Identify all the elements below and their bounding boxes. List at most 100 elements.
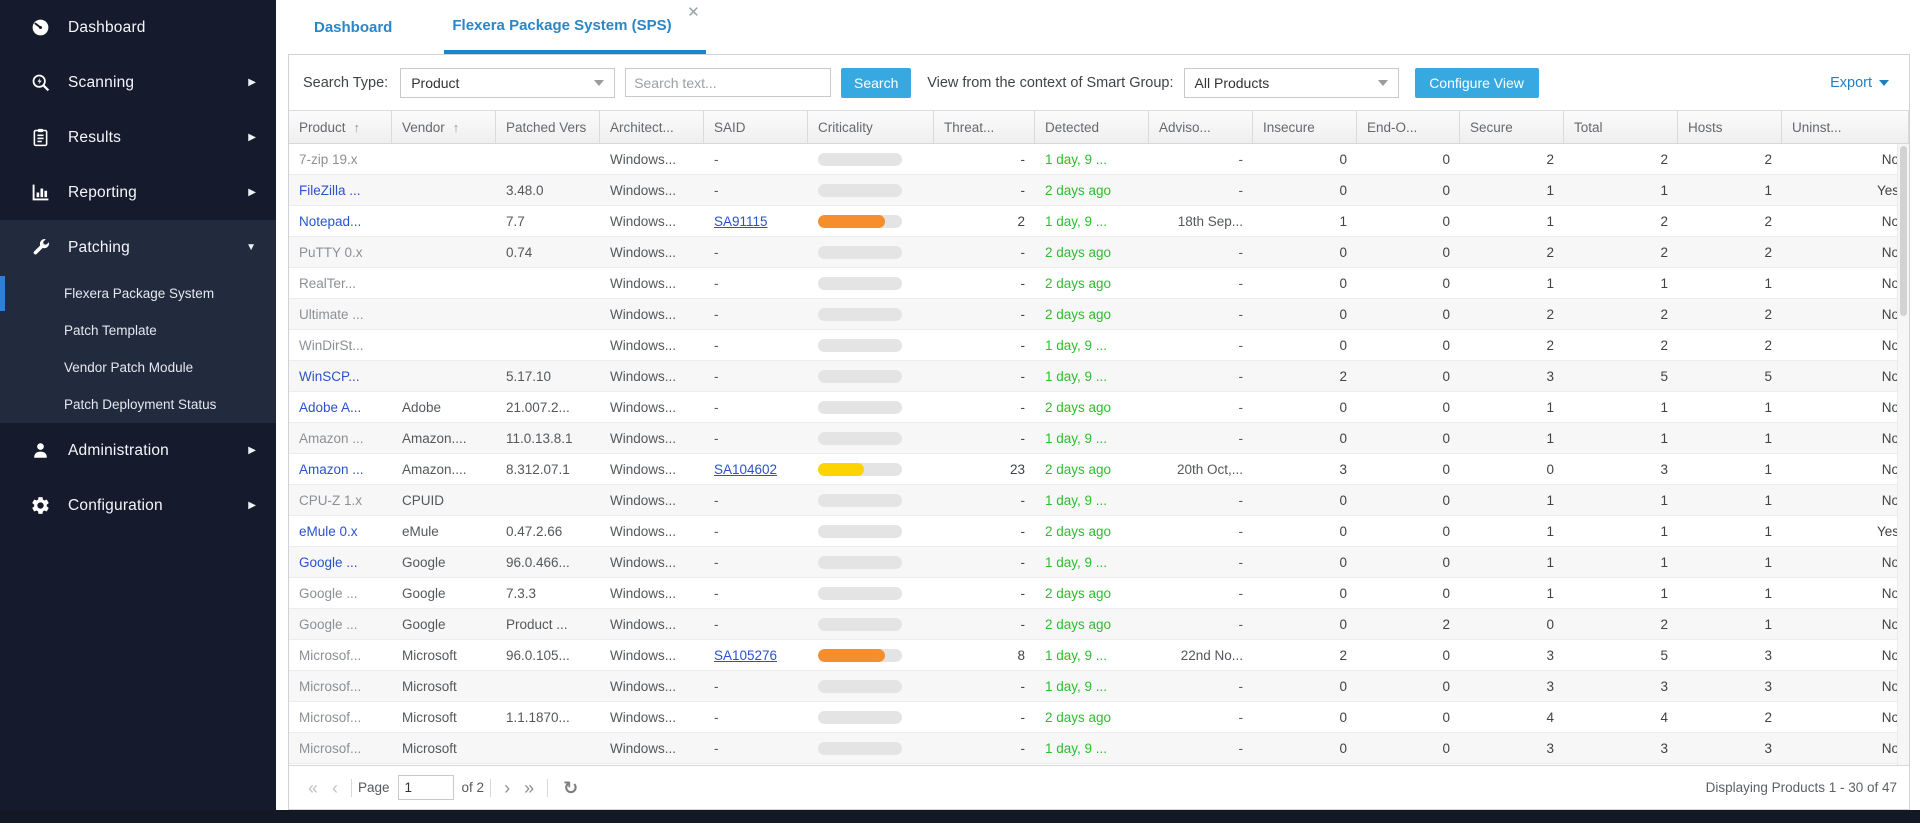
said-link[interactable]: SA105276 xyxy=(704,640,808,670)
criticality-cell xyxy=(808,671,934,701)
column-header-advisory[interactable]: Adviso... xyxy=(1149,111,1253,143)
uninstallable-flag: No xyxy=(1782,609,1909,639)
search-type-select[interactable]: Product xyxy=(400,68,615,98)
secure-count: 2 xyxy=(1460,330,1564,360)
product-link[interactable]: Amazon ... xyxy=(289,454,392,484)
table-row[interactable]: Amazon ...Amazon....11.0.13.8.1Windows..… xyxy=(289,423,1909,454)
next-page-icon[interactable]: › xyxy=(504,779,510,797)
advisory-date: - xyxy=(1149,299,1253,329)
table-row[interactable]: Microsof...MicrosoftWindows...--1 day, 9… xyxy=(289,733,1909,764)
sidebar-item-scanning[interactable]: Scanning ▶ xyxy=(0,55,276,110)
sidebar-item-patching[interactable]: Patching ▼ xyxy=(0,220,276,275)
column-header-hosts[interactable]: Hosts xyxy=(1678,111,1782,143)
criticality-bar xyxy=(818,556,902,569)
criticality-cell xyxy=(808,423,934,453)
detected-time: 2 days ago xyxy=(1035,516,1149,546)
smart-group-select[interactable]: All Products xyxy=(1184,68,1399,98)
tab-dashboard[interactable]: Dashboard xyxy=(306,0,400,54)
said-link[interactable]: SA91115 xyxy=(704,206,808,236)
search-button[interactable]: Search xyxy=(841,68,911,98)
insecure-count: 1 xyxy=(1253,206,1357,236)
vendor-name: Microsoft xyxy=(392,640,496,670)
column-header-end_of_life[interactable]: End-O... xyxy=(1357,111,1460,143)
table-row[interactable]: eMule 0.xeMule0.47.2.66Windows...--2 day… xyxy=(289,516,1909,547)
sidebar-item-configuration[interactable]: Configuration ▶ xyxy=(0,478,276,533)
configure-view-button[interactable]: Configure View xyxy=(1415,68,1539,98)
hosts-count: 1 xyxy=(1678,547,1782,577)
insecure-count: 2 xyxy=(1253,640,1357,670)
hosts-count: 2 xyxy=(1678,299,1782,329)
column-header-secure[interactable]: Secure xyxy=(1460,111,1564,143)
advisory-date: - xyxy=(1149,733,1253,763)
column-header-detected[interactable]: Detected xyxy=(1035,111,1149,143)
table-row[interactable]: Google ...Google96.0.466...Windows...--1… xyxy=(289,547,1909,578)
table-row[interactable]: Microsof...Microsoft96.0.105...Windows..… xyxy=(289,640,1909,671)
secure-count: 0 xyxy=(1460,609,1564,639)
product-link[interactable]: Notepad... xyxy=(289,206,392,236)
sidebar-item-reporting[interactable]: Reporting ▶ xyxy=(0,165,276,220)
product-link[interactable]: Adobe A... xyxy=(289,392,392,422)
close-icon[interactable]: ✕ xyxy=(687,3,700,21)
column-header-threat_score[interactable]: Threat... xyxy=(934,111,1035,143)
product-link[interactable]: WinSCP... xyxy=(289,361,392,391)
column-header-criticality[interactable]: Criticality xyxy=(808,111,934,143)
sidebar: Dashboard Scanning ▶ Results ▶ Reporting… xyxy=(0,0,276,823)
column-header-architecture[interactable]: Architect... xyxy=(600,111,704,143)
column-header-product[interactable]: Product↑ xyxy=(289,111,392,143)
table-row[interactable]: CPU-Z 1.xCPUIDWindows...--1 day, 9 ...-0… xyxy=(289,485,1909,516)
table-row[interactable]: Google ...GoogleProduct ...Windows...--2… xyxy=(289,609,1909,640)
sidebar-item-administration[interactable]: Administration ▶ xyxy=(0,423,276,478)
criticality-cell xyxy=(808,206,934,236)
table-row[interactable]: Ultimate ...Windows...--2 days ago-00222… xyxy=(289,299,1909,330)
said-link[interactable]: SA104602 xyxy=(704,454,808,484)
table-row[interactable]: RealTer...Windows...--2 days ago-00111No xyxy=(289,268,1909,299)
criticality-bar xyxy=(818,649,902,662)
table-row[interactable]: 7-zip 19.xWindows...--1 day, 9 ...-00222… xyxy=(289,144,1909,175)
table-row[interactable]: Microsof...Microsoft1.1.1870...Windows..… xyxy=(289,702,1909,733)
advisory-date: - xyxy=(1149,361,1253,391)
product-link[interactable]: FileZilla ... xyxy=(289,175,392,205)
first-page-icon[interactable]: « xyxy=(308,779,318,797)
scrollbar-thumb[interactable] xyxy=(1900,146,1907,316)
table-row[interactable]: PuTTY 0.x0.74Windows...--2 days ago-0022… xyxy=(289,237,1909,268)
column-header-uninstallable[interactable]: Uninst... xyxy=(1782,111,1909,143)
table-row[interactable]: Amazon ...Amazon....8.312.07.1Windows...… xyxy=(289,454,1909,485)
criticality-bar xyxy=(818,618,902,631)
column-header-insecure[interactable]: Insecure xyxy=(1253,111,1357,143)
sidebar-item-patch-template[interactable]: Patch Template xyxy=(0,312,276,349)
column-header-said[interactable]: SAID xyxy=(704,111,808,143)
table-row[interactable]: Notepad...7.7Windows...SA9111521 day, 9 … xyxy=(289,206,1909,237)
tab-flexera-package-system[interactable]: Flexera Package System (SPS) ✕ xyxy=(444,0,705,54)
table-row[interactable]: Microsof...MicrosoftWindows...--1 day, 9… xyxy=(289,671,1909,702)
column-header-total[interactable]: Total xyxy=(1564,111,1678,143)
table-row[interactable]: WinDirSt...Windows...--1 day, 9 ...-0022… xyxy=(289,330,1909,361)
table-row[interactable]: Google ...Google7.3.3Windows...--2 days … xyxy=(289,578,1909,609)
detected-time: 1 day, 9 ... xyxy=(1035,671,1149,701)
architecture: Windows... xyxy=(600,268,704,298)
product-link[interactable]: eMule 0.x xyxy=(289,516,392,546)
advisory-date: - xyxy=(1149,485,1253,515)
sidebar-item-patch-deployment-status[interactable]: Patch Deployment Status xyxy=(0,386,276,423)
sidebar-item-label: Configuration xyxy=(68,497,163,515)
table-row[interactable]: FileZilla ...3.48.0Windows...--2 days ag… xyxy=(289,175,1909,206)
refresh-icon[interactable]: ↻ xyxy=(563,779,578,797)
advisory-date: 20th Oct,... xyxy=(1149,454,1253,484)
advisory-date: - xyxy=(1149,423,1253,453)
sidebar-item-dashboard[interactable]: Dashboard xyxy=(0,0,276,55)
criticality-bar xyxy=(818,742,902,755)
column-header-patched_version[interactable]: Patched Vers xyxy=(496,111,600,143)
prev-page-icon[interactable]: ‹ xyxy=(332,779,338,797)
column-header-vendor[interactable]: Vendor↑ xyxy=(392,111,496,143)
search-input[interactable] xyxy=(625,68,831,97)
product-link[interactable]: Google ... xyxy=(289,547,392,577)
sidebar-item-flexera-package-system[interactable]: Flexera Package System xyxy=(0,275,276,312)
sidebar-item-vendor-patch-module[interactable]: Vendor Patch Module xyxy=(0,349,276,386)
sidebar-item-results[interactable]: Results ▶ xyxy=(0,110,276,165)
page-input[interactable] xyxy=(398,775,454,800)
detected-time: 1 day, 9 ... xyxy=(1035,547,1149,577)
table-row[interactable]: Adobe A...Adobe21.007.2...Windows...--2 … xyxy=(289,392,1909,423)
table-row[interactable]: WinSCP...5.17.10Windows...--1 day, 9 ...… xyxy=(289,361,1909,392)
vertical-scrollbar[interactable] xyxy=(1897,144,1909,765)
last-page-icon[interactable]: » xyxy=(524,779,534,797)
export-button[interactable]: Export xyxy=(1830,75,1889,91)
